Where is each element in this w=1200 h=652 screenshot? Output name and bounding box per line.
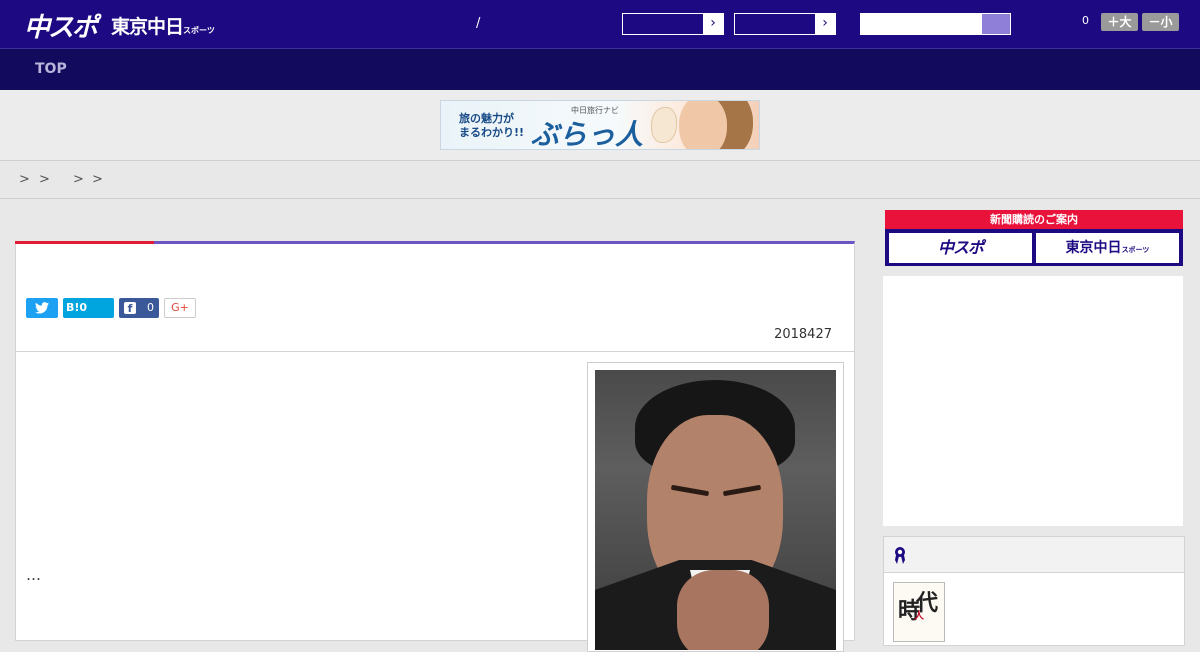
font-larger-button[interactable]: ＋大 [1101, 13, 1138, 31]
search-button[interactable] [982, 14, 1010, 34]
sidebar-ad-slot[interactable] [883, 276, 1183, 526]
chevron-right-icon: › [703, 14, 723, 34]
ranking-header [884, 537, 1184, 573]
subscribe-btn2-subtext: スポーツ [1121, 246, 1150, 254]
subscribe-chuspo-button[interactable]: 中スポ [889, 233, 1032, 263]
breadcrumb-separator: > [92, 172, 103, 187]
article-body-text: … [26, 566, 41, 584]
main-nav: TOP [0, 48, 1200, 90]
twitter-share-button[interactable] [26, 298, 58, 318]
article-card: B!0 f 0 G+ 2018427 … [15, 241, 855, 652]
nav-item-top[interactable]: TOP [35, 61, 67, 77]
logo-subtext: スポーツ [183, 26, 215, 35]
breadcrumb-separator: > [73, 172, 84, 187]
subscribe-tokyo-chunichi-button[interactable]: 東京中日スポーツ [1036, 233, 1179, 263]
ad-brand-large: ぶらっ人 [531, 118, 644, 150]
twitter-icon [35, 302, 49, 314]
tokyo-chunichi-logo[interactable]: 東京中日スポーツ [111, 12, 215, 39]
top-header: 中スポ 東京中日スポーツ / › › 0 ＋大 －小 [0, 0, 1200, 48]
subscribe-btn2-text: 東京中日 [1065, 240, 1122, 256]
logo-text: 東京中日 [111, 16, 184, 38]
thumb-mark: 人 [914, 611, 924, 622]
facebook-icon: f [124, 302, 136, 315]
breadcrumb-separator: > [19, 172, 30, 187]
breadcrumb-separator: > [39, 172, 50, 187]
ad-tagline-line2: まるわかり!! [459, 126, 525, 139]
category-select-2[interactable]: › [734, 13, 836, 35]
ranking-thumbnail[interactable]: 時 代 人 [893, 582, 945, 642]
subscription-box: 新聞購読のご案内 中スポ 東京中日スポーツ [885, 210, 1183, 266]
ribbon-icon [895, 547, 905, 564]
photo-hand [677, 570, 769, 650]
shell-image [651, 107, 677, 143]
accent-line [15, 241, 154, 244]
counter-value: 0 [1082, 14, 1089, 27]
model-face-image [679, 101, 727, 149]
facebook-share-button[interactable]: f 0 [119, 298, 159, 318]
font-smaller-button[interactable]: －小 [1142, 13, 1179, 31]
breadcrumb: > > > > [0, 162, 1200, 199]
chuspo-logo[interactable]: 中スポ [24, 7, 98, 44]
subscription-header: 新聞購読のご案内 [885, 210, 1183, 229]
article-photo-frame [587, 362, 844, 652]
header-separator: / [476, 16, 481, 31]
hatena-bookmark-button[interactable]: B!0 [63, 298, 114, 318]
google-plus-button[interactable]: G+ [164, 298, 196, 318]
ad-area: 旅の魅力が まるわかり!! 中日旅行ナビ ぶらっ人 [0, 90, 1200, 161]
travel-ad-banner[interactable]: 旅の魅力が まるわかり!! 中日旅行ナビ ぶらっ人 [440, 100, 760, 150]
article-photo[interactable] [595, 370, 836, 650]
search-input[interactable] [861, 14, 983, 34]
chevron-right-icon: › [815, 14, 835, 34]
divider [16, 351, 854, 352]
search-box [860, 13, 1011, 35]
ad-tagline-line1: 旅の魅力が [459, 112, 514, 125]
hatena-count: 0 [79, 301, 88, 314]
hatena-label: B! [66, 301, 80, 314]
category-select-1[interactable]: › [622, 13, 724, 35]
ad-tagline: 旅の魅力が まるわかり!! [459, 112, 524, 140]
article-date: 2018427 [774, 327, 832, 342]
facebook-count: 0 [147, 301, 154, 314]
